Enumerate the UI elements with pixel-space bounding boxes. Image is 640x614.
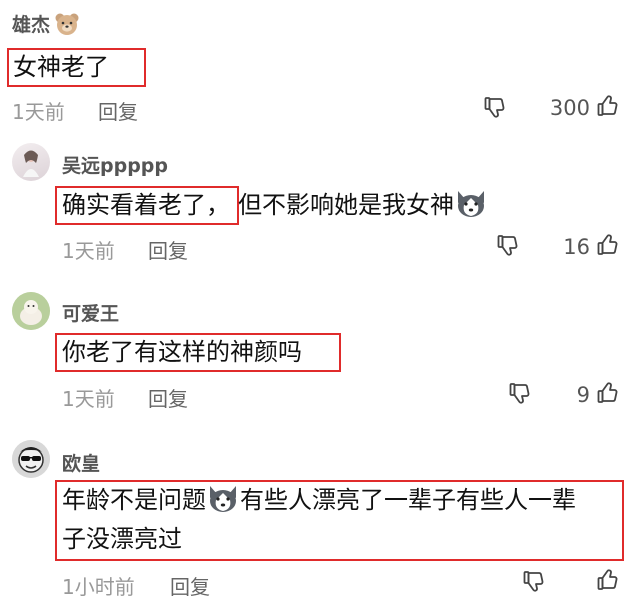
- comment-text-part: 年龄不是问题: [62, 486, 206, 514]
- husky-dog-emoji: [454, 189, 488, 229]
- like-count: 300: [549, 96, 590, 120]
- comment-text-part: 有些人漂亮了一辈子有些人一辈: [240, 486, 576, 514]
- thumbs-up-outline-icon[interactable]: [596, 568, 620, 592]
- comment-text: 女神老了: [13, 53, 109, 81]
- comment-text-line2: 子没漂亮过: [62, 525, 182, 553]
- username[interactable]: 吴远ppppp: [62, 151, 168, 178]
- avatar[interactable]: [12, 292, 50, 330]
- comment-text-line1: 年龄不是问题 有些人漂亮了一辈子有些人一辈: [62, 482, 576, 524]
- avatar[interactable]: [12, 143, 50, 181]
- comment-header: 雄杰: [12, 10, 80, 37]
- username[interactable]: 可爱王: [62, 299, 119, 326]
- comment-text-rest: 但不影响她是我女神: [238, 191, 454, 219]
- reply-button[interactable]: 回复: [98, 96, 138, 125]
- husky-dog-emoji: [206, 484, 240, 524]
- comment-time: 1天前: [12, 100, 65, 124]
- thumbs-up-outline-icon[interactable]: [596, 94, 620, 118]
- comment-text: 确实看着老了， 但不影响她是我女神: [62, 187, 488, 229]
- like-count: 9: [576, 383, 590, 407]
- comment-text: 你老了有这样的神颜吗: [62, 338, 302, 366]
- avatar[interactable]: [12, 440, 50, 478]
- thumbs-down-outline-icon[interactable]: [522, 569, 546, 593]
- comment-time: 1天前: [62, 239, 115, 263]
- like-count: 16: [563, 235, 590, 259]
- thumbs-up-outline-icon[interactable]: [596, 381, 620, 405]
- username[interactable]: 雄杰: [12, 10, 50, 37]
- thumbs-down-outline-icon[interactable]: [483, 95, 507, 119]
- bear-face-icon: [54, 12, 80, 36]
- thumbs-down-outline-icon[interactable]: [496, 233, 520, 257]
- reply-button[interactable]: 回复: [148, 383, 188, 412]
- reply-button[interactable]: 回复: [170, 571, 210, 600]
- username[interactable]: 欧皇: [62, 449, 100, 476]
- reply-button[interactable]: 回复: [148, 235, 188, 264]
- comment-time: 1天前: [62, 387, 115, 411]
- thumbs-up-outline-icon[interactable]: [596, 233, 620, 257]
- comment-time: 1小时前: [62, 575, 135, 599]
- comment-text-highlighted: 确实看着老了，: [62, 191, 230, 219]
